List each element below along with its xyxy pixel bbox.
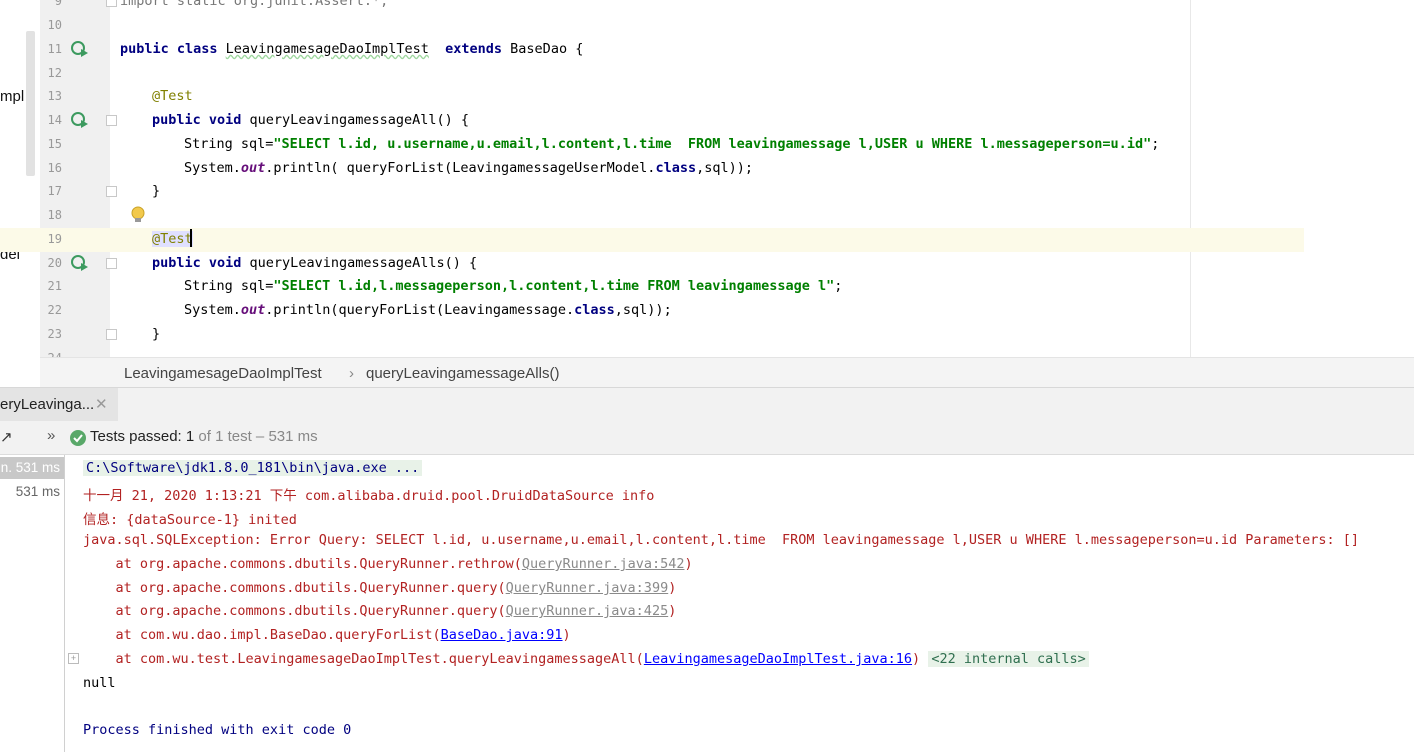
code-text: System.out.println(queryForList(Leavinga…	[184, 302, 672, 318]
annotation: @Test	[152, 88, 193, 104]
line-number: 13	[47, 89, 62, 103]
fold-marker[interactable]	[106, 186, 117, 197]
stack-trace-line: at org.apache.commons.dbutils.QueryRunne…	[83, 580, 677, 596]
code-text: }	[152, 183, 161, 199]
fold-marker[interactable]	[106, 0, 117, 7]
console-exception-line: java.sql.SQLException: Error Query: SELE…	[83, 532, 1360, 548]
stack-trace-link[interactable]: BaseDao.java:91	[441, 627, 563, 643]
line-number: 20	[47, 256, 62, 270]
run-config-tab[interactable]: eryLeavinga... ✕	[0, 388, 118, 422]
stack-trace-link[interactable]: QueryRunner.java:425	[506, 603, 669, 619]
code-line: 13 @Test	[0, 85, 1304, 109]
console-log-line: 十一月 21, 2020 1:13:21 下午 com.alibaba.drui…	[83, 488, 655, 504]
code-line: 22 System.out.println(queryForList(Leavi…	[0, 299, 1304, 323]
close-icon[interactable]: ✕	[95, 395, 108, 413]
console-command-line[interactable]: C:\Software\jdk1.8.0_181\bin\java.exe ..…	[83, 460, 423, 476]
console-output[interactable]: C:\Software\jdk1.8.0_181\bin\java.exe ..…	[65, 455, 1414, 752]
code-line: 9 import static org.junit.Assert.*;	[0, 0, 1304, 14]
code-line: 16 System.out.println( queryForList(Leav…	[0, 157, 1304, 181]
run-test-icon[interactable]	[70, 254, 90, 272]
run-config-tab-label: eryLeavinga...	[0, 396, 95, 413]
code-line: 10	[0, 14, 1304, 38]
line-number: 23	[47, 327, 62, 341]
code-text: public void queryLeavingamessageAlls() {	[152, 255, 478, 271]
expand-icon[interactable]: +	[68, 653, 79, 664]
run-test-icon[interactable]	[70, 111, 90, 129]
code-text: import static org.junit.Assert.*;	[120, 0, 389, 9]
line-number: 21	[47, 279, 62, 293]
fold-marker[interactable]	[106, 329, 117, 340]
code-text: System.out.println( queryForList(Leaving…	[184, 160, 753, 176]
fold-marker[interactable]	[106, 258, 117, 269]
code-text: String sql="SELECT l.id,l.messageperson,…	[184, 278, 843, 294]
line-number: 19	[47, 232, 62, 246]
stack-trace-line: at com.wu.test.LeavingamesageDaoImplTest…	[83, 651, 1089, 667]
lightbulb-icon[interactable]	[131, 206, 145, 224]
line-number: 18	[47, 208, 62, 222]
console-log-line: 信息: {dataSource-1} inited	[83, 512, 297, 528]
line-number: 15	[47, 137, 62, 151]
text-caret	[190, 229, 192, 247]
code-line: 18	[0, 204, 1304, 228]
line-number: 16	[47, 161, 62, 175]
breadcrumb-method[interactable]: queryLeavingamessageAlls()	[366, 365, 559, 382]
internal-calls-fold[interactable]: <22 internal calls>	[928, 651, 1089, 667]
breadcrumb-separator: ›	[349, 365, 354, 382]
breadcrumb: LeavingamesageDaoImplTest › queryLeaving…	[40, 357, 1414, 388]
code-text: public void queryLeavingamessageAll() {	[152, 112, 469, 128]
stack-trace-line: at org.apache.commons.dbutils.QueryRunne…	[83, 603, 677, 619]
test-tree-row[interactable]: 531 ms	[0, 481, 64, 503]
code-line: 23 }	[0, 323, 1304, 347]
console-exit-line: Process finished with exit code 0	[83, 722, 352, 738]
line-number: 12	[47, 66, 62, 80]
check-circle-icon	[70, 430, 86, 446]
fold-marker[interactable]	[106, 115, 117, 126]
code-line: 11 public class LeavingamesageDaoImplTes…	[0, 38, 1304, 62]
stack-trace-line: at org.apache.commons.dbutils.QueryRunne…	[83, 556, 693, 572]
code-text: public class LeavingamesageDaoImplTest e…	[120, 41, 584, 57]
code-line: 20 public void queryLeavingamessageAlls(…	[0, 252, 1304, 276]
code-line: 14 public void queryLeavingamessageAll()…	[0, 109, 1304, 133]
console-output-line: null	[83, 675, 116, 691]
line-number: 9	[54, 0, 62, 8]
code-line: 12	[0, 62, 1304, 86]
run-tab-bar: eryLeavinga... ✕	[0, 387, 1414, 422]
code-text: String sql="SELECT l.id, u.username,u.em…	[184, 136, 1160, 152]
line-number: 14	[47, 113, 62, 127]
code-line: 24	[0, 347, 1304, 357]
code-line-current: 19 @Test	[0, 228, 1304, 252]
code-line: 21 String sql="SELECT l.id,l.messagepers…	[0, 275, 1304, 299]
more-actions-icon[interactable]: »	[47, 427, 55, 444]
code-line: 17 }	[0, 180, 1304, 204]
breadcrumb-class[interactable]: LeavingamesageDaoImplTest	[124, 365, 322, 382]
test-status-label: Tests passed: 1 of 1 test – 531 ms	[90, 428, 318, 445]
export-arrow-icon[interactable]: ↗	[0, 428, 13, 446]
stack-trace-link[interactable]: LeavingamesageDaoImplTest.java:16	[644, 651, 912, 667]
test-status-bar: ↗ » Tests passed: 1 of 1 test – 531 ms	[0, 421, 1414, 455]
run-test-icon[interactable]	[70, 40, 90, 58]
code-text: }	[152, 326, 161, 342]
stack-trace-link[interactable]: QueryRunner.java:399	[506, 580, 669, 596]
annotation: @Test	[152, 231, 193, 247]
stack-trace-link[interactable]: QueryRunner.java:542	[522, 556, 685, 572]
test-results-tree: n. 531 ms 531 ms	[0, 455, 65, 752]
stack-trace-line: at com.wu.dao.impl.BaseDao.queryForList(…	[83, 627, 571, 643]
line-number: 10	[47, 18, 62, 32]
test-tree-row[interactable]: n. 531 ms	[0, 457, 64, 479]
line-number: 22	[47, 303, 62, 317]
line-number: 11	[47, 42, 62, 56]
line-number: 17	[47, 184, 62, 198]
code-line: 15 String sql="SELECT l.id, u.username,u…	[0, 133, 1304, 157]
